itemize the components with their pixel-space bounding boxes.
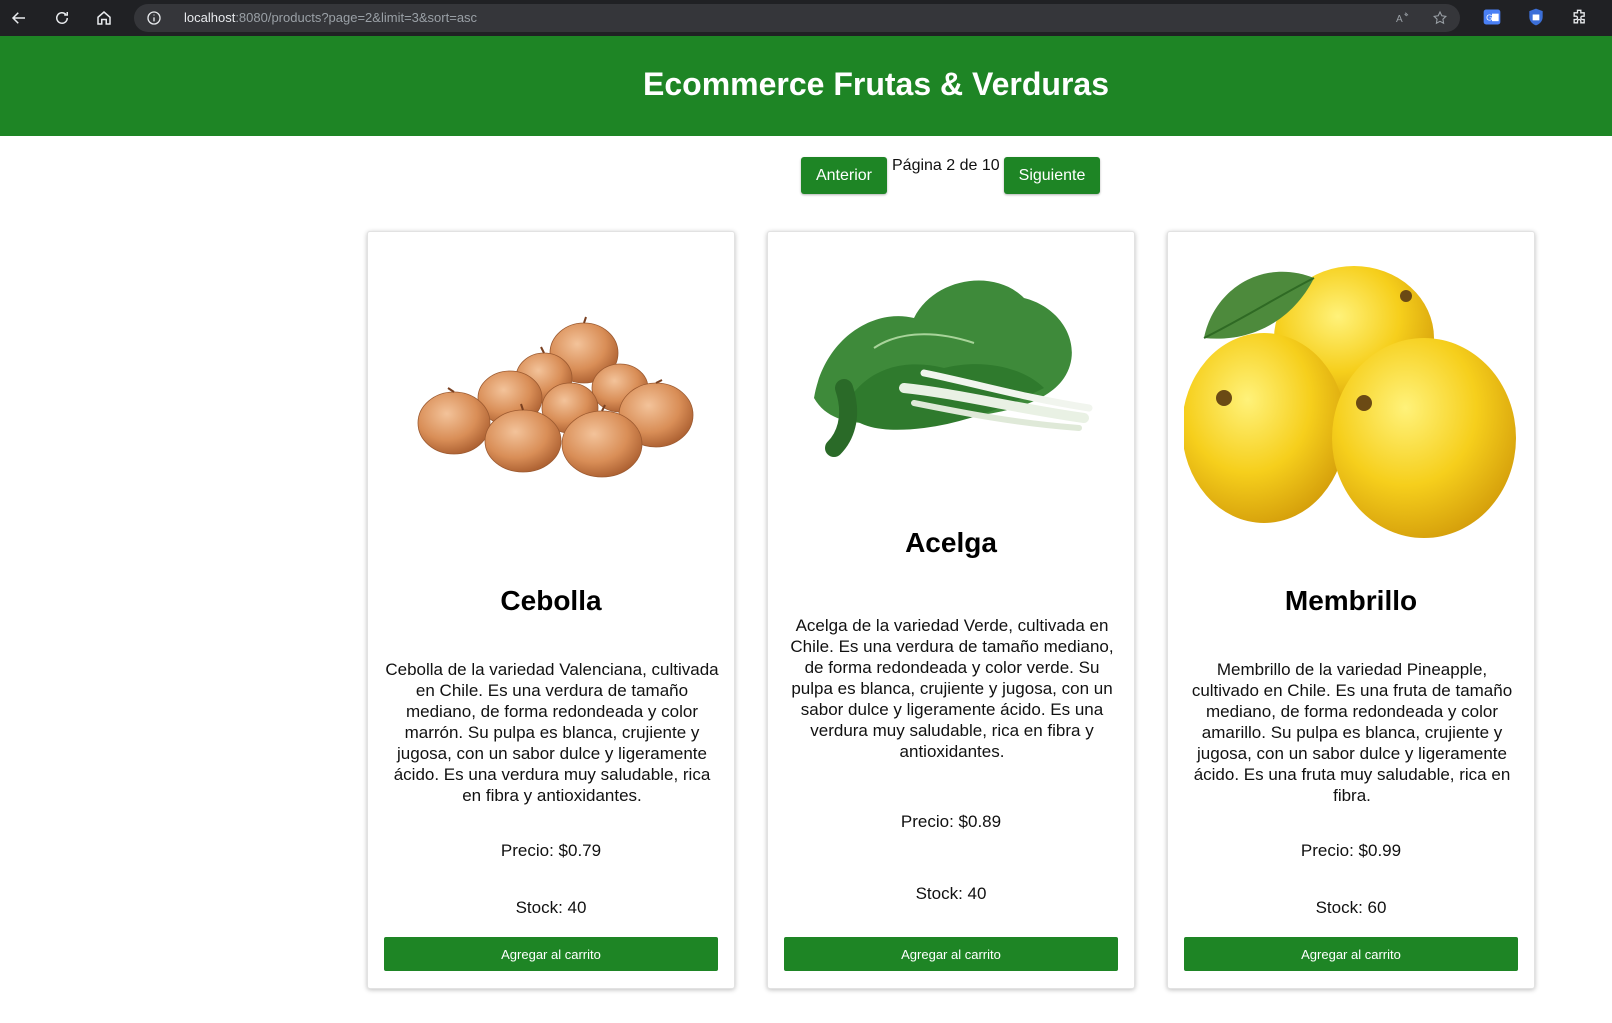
home-icon [97,11,111,25]
site-title: Ecommerce Frutas & Verduras [643,66,1109,102]
browser-toolbar: localhost:8080/products?page=2&limit=3&s… [0,0,1612,36]
quince-image [1184,266,1516,538]
previous-page-button[interactable]: Anterior [801,157,887,194]
chard-image [814,280,1093,457]
site-header: Ecommerce Frutas & Verduras [0,36,1612,136]
product-name: Membrillo [1284,585,1418,616]
read-aloud-icon[interactable]: A [1394,10,1410,26]
product-image [1184,248,1520,544]
favorite-star-icon[interactable] [1432,10,1448,26]
svg-text:A: A [1396,14,1403,25]
product-stock: Stock: 40 [915,884,987,903]
svg-text:G: G [1486,12,1492,22]
product-image [384,248,720,544]
add-to-cart-button[interactable]: Agregar al carrito [1184,937,1518,971]
onion-image [417,316,694,478]
product-price: Precio: $0.79 [500,841,602,860]
product-card: Cebolla Cebolla de la variedad Valencian… [367,231,735,989]
home-button[interactable] [93,7,115,29]
page-indicator: Página 2 de 10 [892,157,1000,174]
product-card: Membrillo Membrillo de la variedad Pinea… [1167,231,1535,989]
back-icon [11,12,25,24]
product-stock: Stock: 60 [1315,898,1387,917]
address-bar[interactable]: localhost:8080/products?page=2&limit=3&s… [134,4,1460,32]
product-description: Membrillo de la variedad Pineapple, cult… [1191,660,1513,805]
url-host: localhost [184,10,236,25]
product-name: Cebolla [500,585,602,616]
next-page-button[interactable]: Siguiente [1004,157,1100,194]
add-to-cart-button[interactable]: Agregar al carrito [384,937,718,971]
url-path: :8080/products?page=2&limit=3&sort=asc [235,10,478,25]
shield-extension-icon[interactable] [1526,7,1546,27]
extensions-puzzle-icon[interactable] [1570,7,1590,27]
pagination: Anterior Página 2 de 10 Siguiente [0,157,1612,197]
reload-icon [56,12,68,24]
product-description: Acelga de la variedad Verde, cultivada e… [790,616,1114,761]
product-stock: Stock: 40 [515,898,587,917]
product-price: Precio: $0.99 [1300,841,1402,860]
reload-button[interactable] [51,7,73,29]
product-name: Acelga [905,527,997,558]
info-icon[interactable] [146,10,162,26]
product-description: Cebolla de la variedad Valenciana, culti… [385,660,719,805]
add-to-cart-button[interactable]: Agregar al carrito [784,937,1118,971]
product-price: Precio: $0.89 [900,812,1002,831]
product-image [784,248,1120,544]
back-button[interactable] [8,7,30,29]
product-card: Acelga Acelga de la variedad Verde, cult… [767,231,1135,989]
url-text[interactable]: localhost:8080/products?page=2&limit=3&s… [184,10,477,25]
translate-extension-icon[interactable]: G [1482,7,1502,27]
